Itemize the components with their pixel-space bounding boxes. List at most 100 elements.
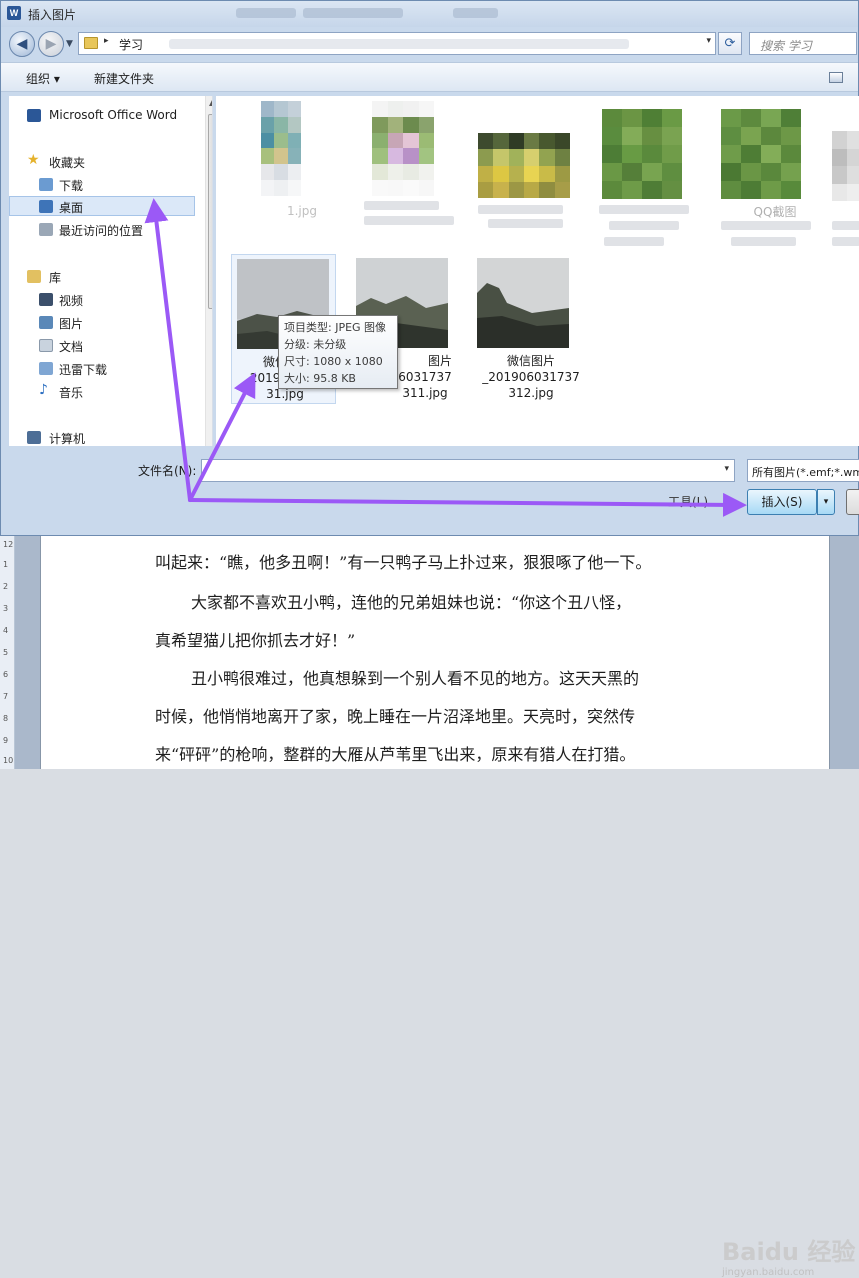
sidebar-item-label: 最近访问的位置: [59, 224, 144, 238]
baidu-jingyan-watermark: Baidu 经验 jingyan.baidu.com: [722, 1232, 855, 1278]
file-item[interactable]: [828, 101, 859, 251]
navigation-pane: Microsoft Office Word ★ 收藏夹 下载 桌面 最近访问的位…: [9, 96, 213, 446]
sidebar-item-label: 下载: [59, 179, 84, 193]
refresh-button[interactable]: ⟳: [718, 32, 742, 55]
blurred-file-name: [488, 219, 563, 228]
sidebar-item-label: Microsoft Office Word: [49, 108, 178, 122]
address-dropdown-icon[interactable]: ▾: [706, 36, 711, 46]
watermark-logo: Baidu 经验: [722, 1238, 856, 1266]
organize-button[interactable]: 组织 ▾: [26, 70, 60, 87]
blurred-file-name: [731, 237, 796, 246]
sidebar-item-pictures[interactable]: 图片: [9, 313, 195, 333]
sidebar-item-label: 收藏夹: [49, 156, 86, 170]
tooltip-type: 项目类型: JPEG 图像: [284, 321, 387, 334]
filetype-select[interactable]: 所有图片(*.emf;*.wm: [747, 459, 859, 482]
scroll-up-icon[interactable]: ▲: [209, 98, 212, 107]
file-thumbnail: [602, 109, 682, 199]
sidebar-item-recent[interactable]: 最近访问的位置: [9, 220, 195, 240]
word-icon: W: [7, 6, 21, 20]
pictures-icon: [39, 316, 53, 329]
file-item[interactable]: 1.jpg: [243, 101, 361, 226]
blurred-path: [169, 39, 629, 49]
file-thumbnail: [478, 133, 570, 198]
tools-button[interactable]: 工具(L): [668, 493, 708, 510]
insert-button[interactable]: 插入(S): [747, 489, 817, 515]
breadcrumb-separator-icon[interactable]: ▸: [104, 36, 109, 46]
document-paragraph-line: 大家都不喜欢丑小鸭，连他的兄弟姐妹也说：“你这个丑八怪，: [191, 593, 632, 612]
sidebar-item-music[interactable]: ♪ 音乐: [9, 382, 195, 402]
ruler-number: 2: [3, 582, 9, 591]
file-name: _201906031737: [482, 370, 580, 384]
title-bar: W 插入图片: [1, 1, 858, 27]
dialog-title: 插入图片: [28, 8, 77, 22]
watermark-url: jingyan.baidu.com: [722, 1267, 815, 1278]
file-item[interactable]: [364, 101, 482, 231]
filename-dropdown-icon[interactable]: ▾: [724, 464, 729, 474]
computer-icon: [27, 431, 41, 444]
insert-picture-dialog: W 插入图片 ◀ ▶ ▼ ▸ 学习 ▾ ⟳ 搜索 学习 组织 ▾ 新建文件夹 M…: [0, 0, 859, 536]
sidebar-item-downloads[interactable]: 下载: [9, 175, 195, 195]
file-item[interactable]: QQ截图: [716, 101, 834, 251]
ruler-number: 6: [3, 670, 9, 679]
file-name: 312.jpg: [508, 386, 554, 400]
documents-icon: [39, 339, 53, 352]
file-name: 1.jpg: [286, 204, 318, 218]
sidebar-item-favorites[interactable]: ★ 收藏夹: [9, 152, 195, 172]
vertical-ruler: 12 1 2 3 4 5 6 7 8 9 10: [0, 536, 15, 769]
breadcrumb-folder[interactable]: 学习: [119, 36, 143, 53]
change-view-icon[interactable]: [829, 72, 843, 83]
back-button[interactable]: ◀: [9, 31, 35, 57]
filename-input[interactable]: ▾: [201, 459, 735, 482]
ruler-number: 10: [3, 756, 14, 765]
file-thumbnail: [477, 258, 569, 348]
sidebar-item-documents[interactable]: 文档: [9, 336, 195, 356]
blurred-title-text: [236, 8, 296, 18]
sidebar-item-label: 计算机: [49, 432, 86, 446]
insert-dropdown-icon[interactable]: ▾: [817, 489, 835, 515]
search-input[interactable]: 搜索 学习: [749, 32, 857, 55]
sidebar-item-desktop[interactable]: 桌面: [9, 196, 195, 216]
download-folder-icon: [39, 178, 53, 191]
file-item[interactable]: [478, 101, 596, 231]
new-folder-button[interactable]: 新建文件夹: [94, 70, 154, 87]
desktop-icon: [39, 200, 53, 213]
tooltip-dimensions: 尺寸: 1080 x 1080: [284, 355, 383, 368]
sidebar-item-computer[interactable]: 计算机: [9, 428, 195, 446]
ruler-number: 7: [3, 692, 9, 701]
sidebar-item-videos[interactable]: 视频: [9, 290, 195, 310]
history-dropdown-icon[interactable]: ▼: [66, 39, 73, 49]
blurred-file-name: [721, 221, 811, 230]
blurred-file-name: [478, 205, 563, 214]
blurred-file-name: [832, 237, 859, 246]
sidebar-item-label: 文档: [59, 340, 84, 354]
file-thumbnail: [721, 109, 801, 199]
sidebar-item-thunder[interactable]: 迅雷下载: [9, 359, 195, 379]
address-bar[interactable]: ▸ 学习 ▾: [78, 32, 716, 55]
scroll-thumb[interactable]: [208, 114, 212, 309]
forward-button[interactable]: ▶: [38, 31, 64, 57]
ruler-number: 8: [3, 714, 9, 723]
recent-places-icon: [39, 223, 53, 236]
ruler-number: 3: [3, 604, 9, 613]
file-thumbnail: [372, 101, 434, 196]
ruler-number: 5: [3, 648, 9, 657]
document-paragraph-line: 时候，他悄悄地离开了家，晚上睡在一片沼泽地里。天亮时，突然传: [155, 707, 636, 726]
sidebar-item-label: 图片: [59, 317, 84, 331]
nav-scrollbar[interactable]: ▲: [205, 96, 212, 446]
ruler-number: 1: [3, 560, 9, 569]
sidebar-item-word[interactable]: Microsoft Office Word: [9, 106, 195, 126]
sidebar-item-library[interactable]: 库: [9, 267, 195, 287]
file-info-tooltip: 项目类型: JPEG 图像 分级: 未分级 尺寸: 1080 x 1080 大小…: [278, 315, 398, 389]
sidebar-item-label: 库: [49, 271, 62, 285]
file-item[interactable]: [594, 101, 712, 251]
ruler-number: 4: [3, 626, 9, 635]
blurred-file-name: [364, 216, 454, 225]
file-name: QQ截图: [753, 205, 797, 219]
file-name: 微信图片: [506, 354, 555, 368]
cancel-button[interactable]: [846, 489, 859, 515]
file-item[interactable]: 微信图片 _201906031737 312.jpg: [472, 254, 590, 404]
blurred-title-text: [453, 8, 498, 18]
document-page[interactable]: 叫起来：“瞧，他多丑啊！”有一只鸭子马上扑过来，狠狠啄了他一下。 大家都不喜欢丑…: [40, 536, 830, 769]
sidebar-item-label: 迅雷下载: [59, 363, 108, 377]
blurred-file-name: [604, 237, 664, 246]
